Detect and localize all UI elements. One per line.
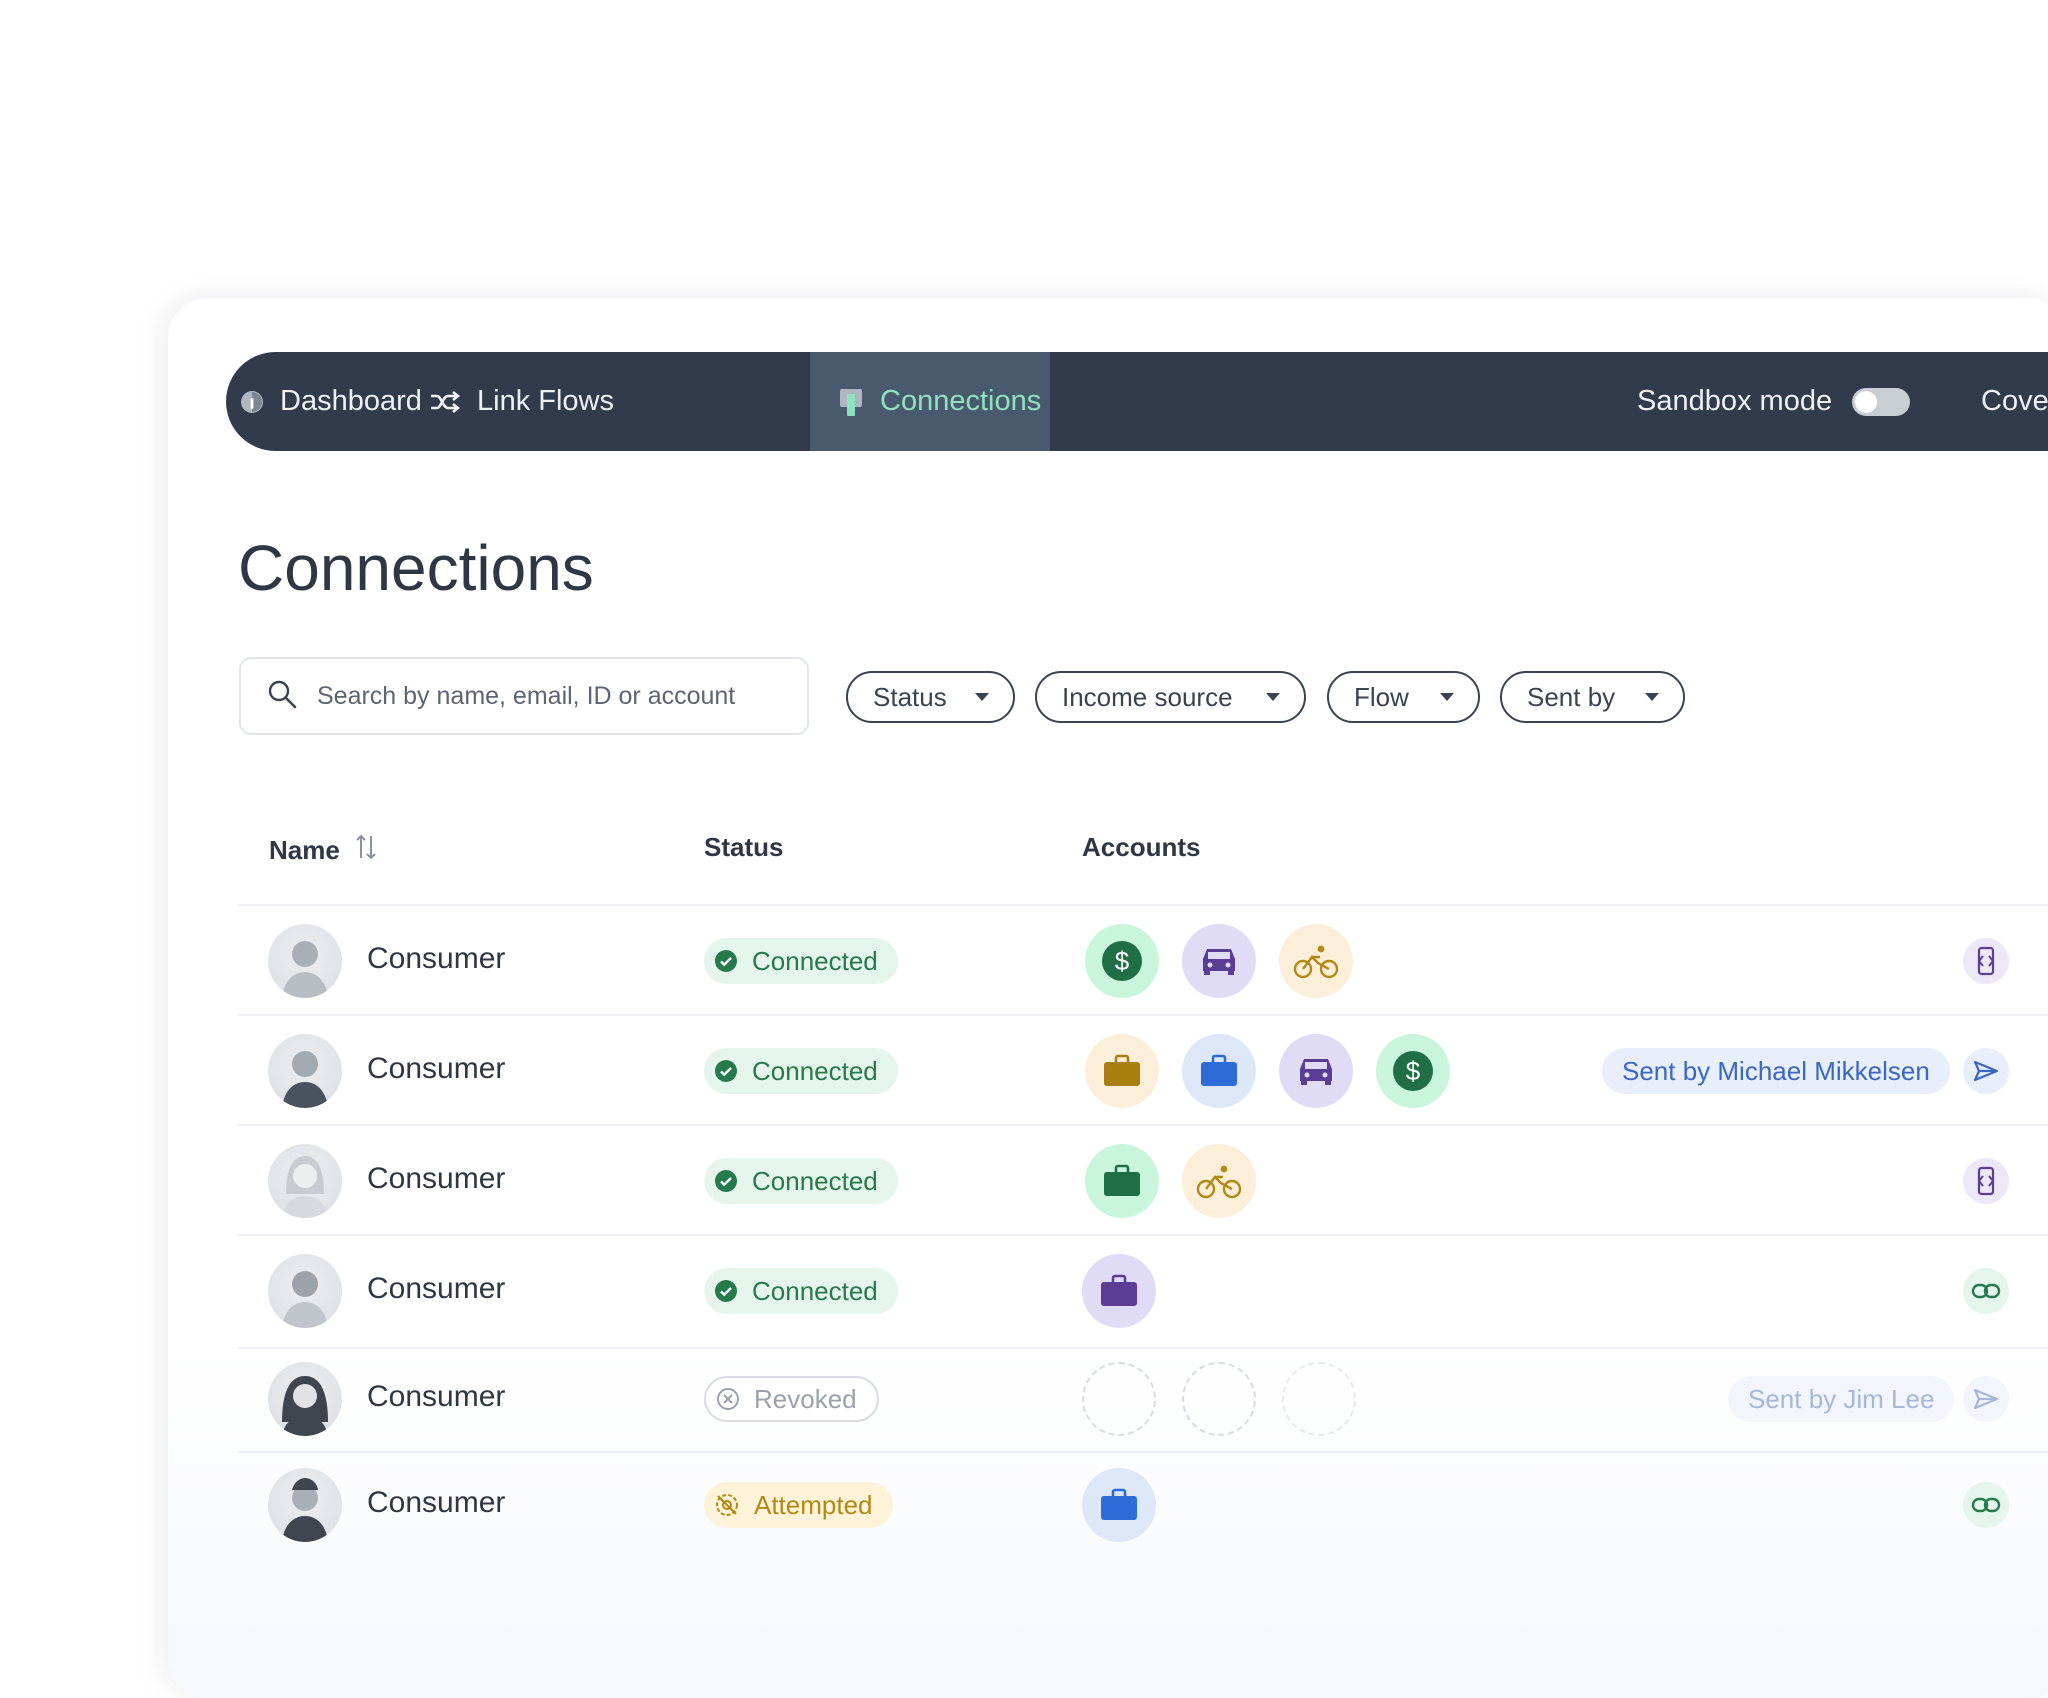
- avatar: [268, 1362, 342, 1436]
- x-circle-icon: [717, 1388, 739, 1410]
- mobile-sync-icon[interactable]: [1963, 1158, 2009, 1204]
- sandbox-mode-toggle[interactable]: [1852, 388, 1910, 416]
- consumer-name[interactable]: Consumer: [367, 1486, 505, 1520]
- briefcase-icon: [1082, 1468, 1156, 1542]
- avatar: [268, 924, 342, 998]
- column-header-name-label: Name: [269, 835, 340, 865]
- empty-account-slot: [1182, 1362, 1256, 1436]
- empty-account-slot: [1082, 1362, 1156, 1436]
- nav-label-dashboard: Dashboard: [280, 385, 422, 417]
- chevron-down-icon: [975, 693, 989, 701]
- filter-status-label: Status: [873, 681, 947, 712]
- chevron-down-icon: [1266, 693, 1280, 701]
- search-box[interactable]: [239, 657, 809, 735]
- empty-account-slot: [1282, 1362, 1356, 1436]
- status-badge: Connected: [704, 1048, 898, 1094]
- status-badge: Attempted: [704, 1482, 893, 1528]
- row-divider: [238, 1124, 2048, 1126]
- status-badge: Connected: [704, 938, 898, 984]
- briefcase-icon: [1082, 1254, 1156, 1328]
- sent-by-badge: Sent by Jim Lee: [1728, 1376, 1955, 1422]
- bike-icon: [1279, 924, 1353, 998]
- link-icon[interactable]: [1963, 1268, 2009, 1314]
- svg-text:$: $: [1406, 1056, 1421, 1086]
- check-circle-icon: [715, 1280, 737, 1302]
- avatar: [268, 1034, 342, 1108]
- page-title: Connections: [238, 532, 594, 604]
- consumer-name[interactable]: Consumer: [367, 942, 505, 976]
- car-icon: [1182, 924, 1256, 998]
- column-header-status: Status: [704, 832, 784, 862]
- consumer-name[interactable]: Consumer: [367, 1162, 505, 1196]
- car-icon: [1279, 1034, 1353, 1108]
- search-icon: [241, 679, 297, 714]
- status-label: Attempted: [754, 1489, 873, 1520]
- avatar: [268, 1254, 342, 1328]
- filter-status[interactable]: Status: [846, 671, 1015, 723]
- status-label: Connected: [752, 1165, 878, 1196]
- status-label: Connected: [752, 945, 878, 976]
- connections-icon: [838, 387, 864, 417]
- briefcase-icon: [1182, 1034, 1256, 1108]
- svg-text:$: $: [1115, 946, 1130, 976]
- check-circle-icon: [715, 1170, 737, 1192]
- nav-item-connections[interactable]: Connections: [810, 352, 1050, 451]
- status-label: Connected: [752, 1275, 878, 1306]
- row-divider: [238, 1234, 2048, 1236]
- filter-income-source-label: Income source: [1062, 681, 1233, 712]
- status-badge: Connected: [704, 1158, 898, 1204]
- top-nav: Dashboard Link Flows Connections Sandbox…: [226, 352, 2048, 451]
- filter-sent-by[interactable]: Sent by: [1500, 671, 1685, 723]
- nav-label-link-flows: Link Flows: [477, 385, 614, 417]
- status-badge: Revoked: [704, 1376, 879, 1422]
- status-badge: Connected: [704, 1268, 898, 1314]
- consumer-name[interactable]: Consumer: [367, 1272, 505, 1306]
- sort-icon[interactable]: [354, 832, 378, 869]
- chevron-down-icon: [1440, 693, 1454, 701]
- search-input[interactable]: [315, 680, 779, 712]
- attempted-icon: [716, 1494, 738, 1516]
- sent-by-badge: Sent by Michael Mikkelsen: [1602, 1048, 1950, 1094]
- consumer-name[interactable]: Consumer: [367, 1052, 505, 1086]
- filter-income-source[interactable]: Income source: [1035, 671, 1306, 723]
- nav-item-overflow[interactable]: Cove: [1981, 352, 2048, 451]
- check-circle-icon: [715, 950, 737, 972]
- consumer-name[interactable]: Consumer: [367, 1380, 505, 1414]
- send-icon[interactable]: [1963, 1376, 2009, 1422]
- status-label: Revoked: [754, 1383, 857, 1414]
- check-circle-icon: [715, 1060, 737, 1082]
- column-header-name[interactable]: Name: [269, 832, 378, 869]
- briefcase-icon: [1085, 1144, 1159, 1218]
- avatar: [268, 1468, 342, 1542]
- filter-flow[interactable]: Flow: [1327, 671, 1480, 723]
- row-divider: [238, 1014, 2048, 1016]
- filter-sent-by-label: Sent by: [1527, 681, 1616, 712]
- dashboard-icon: [240, 390, 264, 414]
- nav-item-dashboard[interactable]: Dashboard: [240, 352, 422, 451]
- nav-label-connections: Connections: [880, 385, 1042, 417]
- chevron-down-icon: [1645, 693, 1659, 701]
- filter-flow-label: Flow: [1354, 681, 1409, 712]
- briefcase-icon: [1085, 1034, 1159, 1108]
- mobile-sync-icon[interactable]: [1963, 938, 2009, 984]
- bike-icon: [1182, 1144, 1256, 1218]
- avatar: [268, 1144, 342, 1218]
- status-label: Connected: [752, 1055, 878, 1086]
- dollar-icon: $: [1376, 1034, 1450, 1108]
- shuffle-icon: [429, 390, 461, 414]
- dollar-icon: $: [1085, 924, 1159, 998]
- row-divider: [238, 1347, 2048, 1349]
- row-divider: [238, 904, 2048, 906]
- sandbox-mode-label: Sandbox mode: [1637, 385, 1833, 417]
- row-divider: [238, 1451, 2048, 1453]
- send-icon[interactable]: [1963, 1048, 2009, 1094]
- column-header-accounts: Accounts: [1082, 832, 1201, 862]
- nav-item-link-flows[interactable]: Link Flows: [429, 352, 614, 451]
- link-icon[interactable]: [1963, 1482, 2009, 1528]
